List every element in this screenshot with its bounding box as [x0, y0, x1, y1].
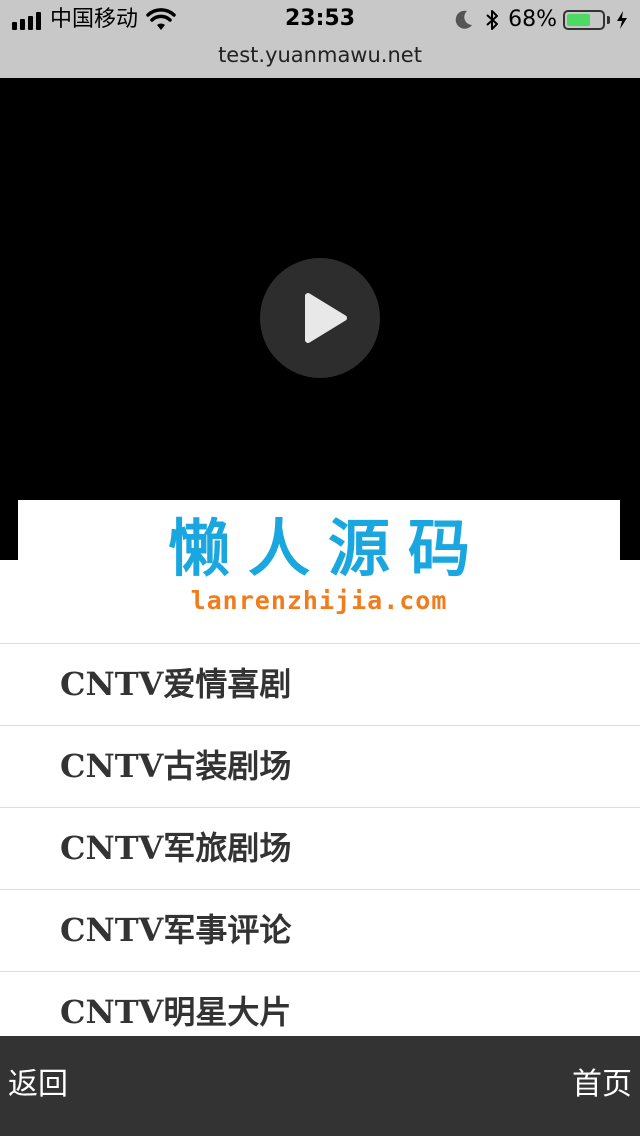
- logo-title: 懒人源码: [167, 512, 488, 585]
- list-item[interactable]: CNTV爱情喜剧: [0, 644, 640, 725]
- list-item[interactable]: CNTV军事评论: [0, 890, 640, 971]
- play-icon: [305, 293, 347, 343]
- list-item[interactable]: CNTV古装剧场: [0, 726, 640, 807]
- battery-icon: [563, 10, 605, 30]
- list-item-label: CNTV明星大片: [60, 993, 292, 1031]
- status-right: 68%: [454, 7, 628, 33]
- battery-percent: 68%: [508, 7, 557, 32]
- page: 中国移动 23:53 68% test.yuanmawu.net CNTV爱情喜…: [0, 0, 640, 1136]
- list-item-label: CNTV军旅剧场: [60, 829, 292, 867]
- bluetooth-icon: [486, 10, 499, 30]
- logo-card: 懒人源码 lanrenzhijia.com: [18, 500, 620, 622]
- bottom-nav-bar: 返回 首页: [0, 1036, 640, 1136]
- url-bar[interactable]: test.yuanmawu.net: [0, 40, 640, 78]
- charging-icon: [617, 11, 627, 29]
- video-player[interactable]: [0, 78, 640, 560]
- play-button[interactable]: [260, 258, 380, 378]
- battery-fill: [567, 14, 590, 26]
- list-item[interactable]: CNTV军旅剧场: [0, 808, 640, 889]
- status-bar: 中国移动 23:53 68%: [0, 0, 640, 40]
- home-button[interactable]: 首页: [572, 1066, 632, 1104]
- url-text: test.yuanmawu.net: [218, 43, 422, 67]
- list-item-label: CNTV军事评论: [60, 911, 292, 949]
- battery-tip: [607, 16, 610, 24]
- list-item-label: CNTV爱情喜剧: [60, 665, 292, 703]
- moon-icon: [455, 10, 473, 29]
- logo-subtitle: lanrenzhijia.com: [190, 586, 448, 615]
- back-button[interactable]: 返回: [8, 1066, 68, 1104]
- list-item-label: CNTV古装剧场: [60, 747, 292, 785]
